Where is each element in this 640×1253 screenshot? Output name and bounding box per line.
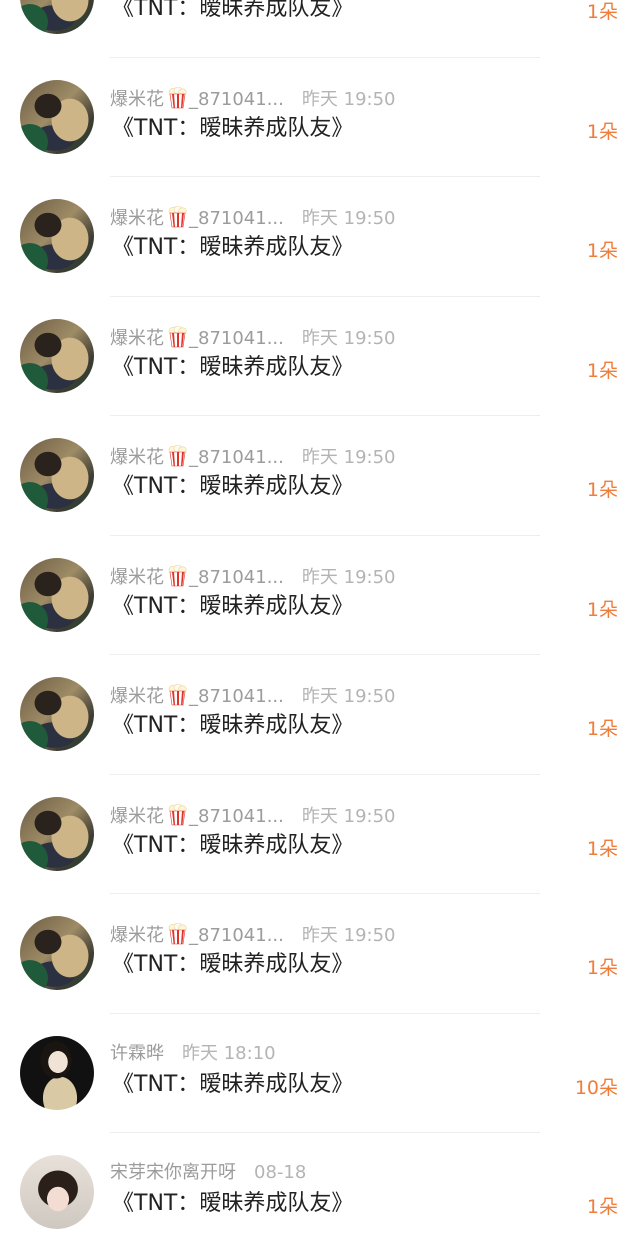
timestamp: 昨天 19:50: [301, 208, 396, 229]
popcorn-icon: [164, 923, 189, 946]
user-name-suffix[interactable]: _871041...: [189, 567, 284, 588]
user-avatar-couple-photo-icon[interactable]: [20, 318, 94, 393]
user-avatar-couple-photo-icon[interactable]: [20, 796, 94, 871]
flower-count: 1朵: [586, 359, 618, 382]
user-name-suffix[interactable]: _871041...: [189, 89, 284, 110]
timestamp: 昨天 19:50: [301, 327, 396, 349]
row-meta: 爆米花 _871041... 昨天 19:50: [110, 923, 396, 947]
gift-record-row[interactable]: 爆米花 _871041... 昨天 19:50 《TNT：暧昧养成队友》 1朵: [0, 58, 640, 178]
flower-count: 1朵: [586, 240, 618, 262]
row-meta: 爆米花 _871041... 昨天 19:50: [110, 445, 396, 469]
user-name[interactable]: 许霖晔: [110, 1043, 164, 1064]
timestamp: 昨天 19:50: [301, 686, 396, 707]
user-name[interactable]: 爆米花: [110, 89, 164, 110]
book-title[interactable]: 《TNT：暧昧养成队友》: [112, 354, 353, 382]
book-title[interactable]: 《TNT：暧昧养成队友》: [112, 593, 353, 621]
user-avatar-couple-photo-icon[interactable]: [20, 199, 94, 273]
user-avatar-couple-photo-icon[interactable]: [20, 557, 94, 632]
flower-count: 1朵: [586, 598, 618, 621]
book-title[interactable]: 《TNT：暧昧养成队友》: [112, 473, 353, 501]
user-name[interactable]: 爆米花: [110, 447, 164, 468]
gift-record-row[interactable]: 爆米花 _871041... 昨天 19:50 《TNT：暧昧养成队友》 1朵: [0, 655, 640, 775]
book-title[interactable]: 《TNT：暧昧养成队友》: [112, 1190, 353, 1218]
popcorn-icon: [164, 564, 189, 588]
user-name[interactable]: 爆米花: [110, 567, 164, 588]
user-name[interactable]: 爆米花: [110, 686, 164, 707]
user-avatar-couple-photo-icon[interactable]: [20, 677, 94, 751]
gift-record-row[interactable]: 爆米花 _871041... 昨天 19:50 《TNT：暧昧养成队友》 1朵: [0, 775, 640, 895]
user-avatar-couple-photo-icon[interactable]: [20, 916, 94, 990]
row-meta: 爆米花 _871041... 昨天 19:50: [110, 564, 396, 589]
user-name-suffix[interactable]: _871041...: [189, 686, 284, 707]
flower-count: 1朵: [586, 837, 618, 860]
popcorn-icon: [164, 86, 189, 110]
gift-record-row[interactable]: 宋芽宋你离开呀 08-18 《TNT：暧昧养成队友》 1朵: [0, 1133, 640, 1253]
flower-count: 1朵: [586, 1, 618, 23]
gift-record-row[interactable]: 爆米花 _871041... 昨天 19:50 《TNT：暧昧养成队友》 1朵: [0, 297, 640, 417]
timestamp: 昨天 19:50: [301, 566, 396, 588]
gift-record-row[interactable]: 许霖晔 昨天 18:10 《TNT：暧昧养成队友》 10朵: [0, 1014, 640, 1134]
book-title[interactable]: 《TNT：暧昧养成队友》: [112, 712, 353, 740]
user-name[interactable]: 宋芽宋你离开呀: [110, 1162, 236, 1183]
timestamp: 昨天 19:50: [301, 805, 396, 827]
flower-count: 1朵: [586, 718, 618, 740]
popcorn-icon: [164, 206, 189, 229]
row-meta: 爆米花 _871041... 昨天 19:50: [110, 206, 396, 230]
book-title[interactable]: 《TNT：暧昧养成队友》: [112, 115, 353, 143]
book-title[interactable]: 《TNT：暧昧养成队友》: [112, 1071, 353, 1099]
book-title[interactable]: 《TNT：暧昧养成队友》: [112, 0, 353, 23]
book-title[interactable]: 《TNT：暧昧养成队友》: [112, 832, 353, 860]
timestamp: 08-18: [254, 1162, 307, 1183]
book-title[interactable]: 《TNT：暧昧养成队友》: [112, 951, 353, 979]
flower-count: 10朵: [574, 1076, 618, 1099]
flower-count: 1朵: [586, 1196, 618, 1218]
popcorn-icon: [164, 684, 189, 707]
user-avatar-couple-photo-icon[interactable]: [20, 0, 94, 34]
gift-record-row[interactable]: 爆米花 _871041... 昨天 19:50 《TNT：暧昧养成队友》 1朵: [0, 894, 640, 1014]
gift-record-row[interactable]: 爆米花 _871041... 昨天 19:50 《TNT：暧昧养成队友》 1朵: [0, 177, 640, 297]
gift-record-list: 爆米花_871041...昨天 19:50《TNT：暧昧养成队友》1朵爆米花_8…: [0, 0, 640, 1253]
popcorn-icon: [164, 803, 189, 827]
row-meta: 宋芽宋你离开呀 08-18: [110, 1162, 306, 1184]
popcorn-icon: [164, 445, 189, 468]
popcorn-icon: [164, 325, 189, 349]
row-meta: 爆米花 _871041... 昨天 19:50: [110, 803, 396, 828]
row-meta: 爆米花 _871041... 昨天 19:50: [110, 325, 396, 350]
timestamp: 昨天 18:10: [182, 1042, 276, 1064]
timestamp: 昨天 19:50: [301, 925, 396, 946]
user-name[interactable]: 爆米花: [110, 208, 164, 229]
row-meta: 爆米花 _871041... 昨天 19:50: [110, 86, 396, 111]
user-name[interactable]: 爆米花: [110, 925, 164, 946]
user-name-suffix[interactable]: _871041...: [189, 806, 284, 827]
user-name[interactable]: 爆米花: [110, 806, 164, 827]
user-avatar-girl-light-photo-icon[interactable]: [20, 1155, 94, 1229]
gift-record-row[interactable]: 爆米花_871041...昨天 19:50《TNT：暧昧养成队友》1朵: [0, 0, 640, 58]
gift-record-row[interactable]: 爆米花 _871041... 昨天 19:50 《TNT：暧昧养成队友》 1朵: [0, 536, 640, 656]
book-title[interactable]: 《TNT：暧昧养成队友》: [112, 234, 353, 262]
user-name-suffix[interactable]: _871041...: [189, 925, 284, 946]
row-meta: 许霖晔 昨天 18:10: [110, 1043, 276, 1065]
user-avatar-couple-photo-icon[interactable]: [20, 79, 94, 154]
user-name-suffix[interactable]: _871041...: [189, 447, 284, 468]
user-name[interactable]: 爆米花: [110, 328, 164, 349]
user-name-suffix[interactable]: _871041...: [189, 208, 284, 229]
timestamp: 昨天 19:50: [301, 88, 396, 110]
timestamp: 昨天 19:50: [301, 447, 396, 468]
row-meta: 爆米花 _871041... 昨天 19:50: [110, 684, 396, 708]
user-name-suffix[interactable]: _871041...: [189, 328, 284, 349]
flower-count: 1朵: [586, 957, 618, 979]
flower-count: 1朵: [586, 479, 618, 501]
user-avatar-couple-photo-icon[interactable]: [20, 438, 94, 512]
user-avatar-girl-dark-photo-icon[interactable]: [20, 1035, 94, 1110]
gift-record-row[interactable]: 爆米花 _871041... 昨天 19:50 《TNT：暧昧养成队友》 1朵: [0, 416, 640, 536]
flower-count: 1朵: [586, 120, 618, 143]
